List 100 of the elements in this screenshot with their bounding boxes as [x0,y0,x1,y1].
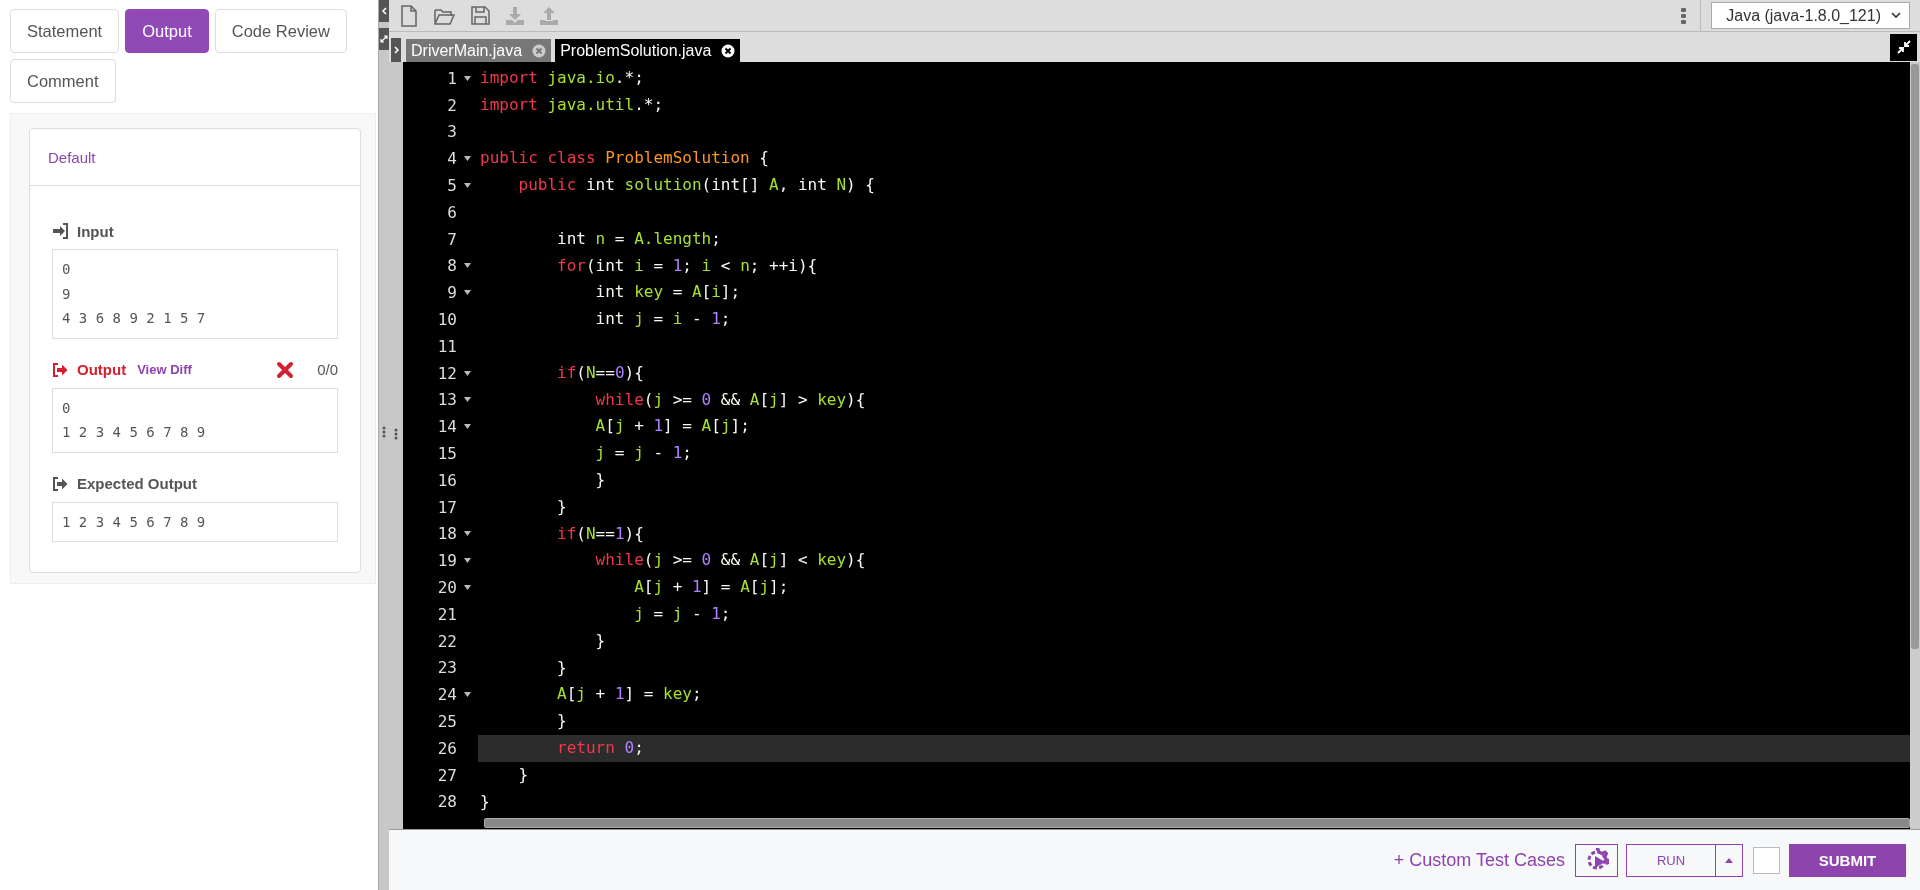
line-number: 22 [436,631,457,651]
line-number: 9 [446,283,457,303]
section-heading: Expected Output [77,475,197,492]
expand-button[interactable] [379,28,389,50]
tab[interactable]: Code Review [214,9,347,53]
fold-arrow-icon[interactable] [464,370,471,376]
line-number: 27 [436,765,457,785]
fold-arrow-icon[interactable] [464,558,471,564]
compress-button[interactable] [1890,33,1917,61]
line-number: 15 [436,444,457,464]
checkbox[interactable] [1753,846,1780,874]
view-diff-link[interactable]: View Diff [137,362,192,377]
line-number: 7 [446,229,457,249]
expand-icon [380,35,388,43]
line-number: 11 [436,336,457,356]
file-tab[interactable]: DriverMain.java [406,39,552,62]
code-line: while(j >= 0 && A[j] < key){ [594,549,867,572]
caret-up-icon [1725,857,1733,863]
run-settings-button[interactable] [1575,843,1618,877]
fold-arrow-icon[interactable] [464,263,471,269]
close-icon[interactable] [721,43,736,58]
file-tab[interactable]: ProblemSolution.java [555,39,741,62]
code-line: public int solution(int[] A, int N) { [517,174,876,197]
sign-out-icon [52,475,68,492]
more-icon[interactable] [1681,7,1687,24]
resize-handle-icon[interactable] [382,426,386,438]
save-icon[interactable] [470,5,491,26]
code-line: import java.io.*; [479,67,645,89]
line-number: 1 [446,68,457,88]
fold-arrow-icon[interactable] [464,75,471,81]
line-number: 6 [446,202,457,222]
line-number: 13 [436,390,457,410]
resize-handle-icon[interactable] [394,428,398,440]
code-line: } [556,495,568,518]
expand-tabs-button[interactable] [391,38,401,62]
code-line: } [556,656,568,679]
fold-arrow-icon[interactable] [464,424,471,430]
tab[interactable]: Output [125,9,209,53]
code-line: int j = i - 1; [594,308,732,331]
code-line: int n = A.length; [556,227,722,250]
tab[interactable]: Comment [10,59,116,103]
line-number: 4 [446,149,457,169]
code-line: while(j >= 0 && A[j] > key){ [594,388,867,411]
fold-arrow-icon[interactable] [464,290,471,296]
line-number: 24 [436,685,457,705]
code-line: A[j + 1] = A[j]; [633,576,790,599]
tab[interactable]: Statement [10,9,120,53]
chevron-down-icon [1891,12,1901,19]
code-line: } [594,468,607,491]
line-number: 12 [436,363,457,383]
code-line: j = j - 1; [633,602,732,625]
line-number: 17 [436,497,457,517]
code-line: import java.util.*; [479,93,665,116]
code-line: for(int i = 1; i < n; ++i){ [556,254,819,277]
chevron-left-icon [380,7,388,15]
section-heading: Output [77,361,127,378]
run-button[interactable]: RUN [1626,843,1716,877]
testcase-title: Default [30,129,360,186]
chevron-right-icon [392,46,400,54]
line-number: 14 [436,417,457,437]
sign-in-icon [52,223,68,239]
new-file-icon[interactable] [399,4,419,27]
text-line: 1 2 3 4 5 6 7 8 9 [62,423,207,442]
vertical-scrollbar[interactable] [1911,64,1919,649]
text-line: 9 [62,284,72,304]
text-line: 0 [62,398,72,418]
line-number: 20 [436,578,457,598]
line-number: 21 [436,604,457,624]
text-line: 4 3 6 8 9 2 1 5 7 [62,309,207,328]
fold-arrow-icon[interactable] [464,692,471,698]
fold-arrow-icon[interactable] [464,183,471,189]
line-number: 28 [436,792,457,812]
text-line: 1 2 3 4 5 6 7 8 9 [62,512,207,532]
fold-arrow-icon[interactable] [464,397,471,403]
code-line: A[j + 1] = A[j]; [594,415,751,438]
code-line: } [556,710,568,733]
code-line: if(N==0){ [556,361,645,384]
line-number: 3 [446,122,457,142]
line-number: 8 [446,256,457,276]
code-line: j = j - 1; [594,442,693,465]
code-line: if(N==1){ [556,522,645,545]
text-line: 0 [62,260,72,279]
section-heading: Input [77,222,114,240]
code-line: A[j + 1] = key; [556,683,703,706]
code-line: int key = A[i]; [594,281,742,304]
run-options-button[interactable] [1716,843,1743,877]
line-number: 18 [436,524,457,544]
line-number: 26 [436,738,457,758]
submit-button[interactable]: SUBMIT [1789,843,1906,877]
line-number: 25 [436,712,457,731]
custom-test-cases-link[interactable]: + Custom Test Cases [1393,849,1565,871]
code-line: } [594,629,607,652]
fold-arrow-icon[interactable] [464,531,471,537]
horizontal-scrollbar[interactable] [484,818,1910,828]
collapse-button[interactable] [379,0,389,22]
code-line: public class ProblemSolution { [479,147,770,170]
fold-arrow-icon[interactable] [464,156,471,162]
line-number: 2 [446,95,457,115]
fold-arrow-icon[interactable] [464,585,471,591]
language-dropdown[interactable]: Java (java-1.8.0_121) [1711,2,1910,29]
